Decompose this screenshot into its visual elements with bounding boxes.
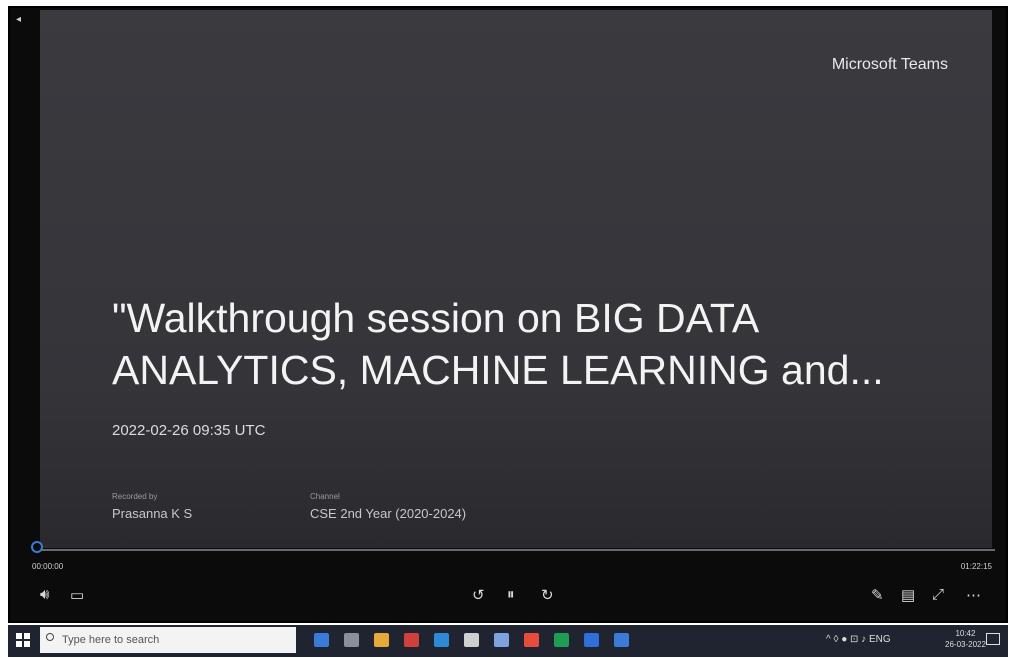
recorded-by-label: Recorded by (112, 492, 158, 501)
back-icon[interactable]: ◂ (16, 14, 21, 25)
video-frame: Microsoft Teams "Walkthrough session on … (40, 10, 992, 548)
channel-label: Channel (310, 492, 340, 501)
taskbar-app-icon[interactable] (464, 633, 479, 647)
taskbar-search-input[interactable]: Type here to search (40, 627, 296, 653)
taskbar-app-icon[interactable] (494, 633, 509, 647)
taskbar-app-icon[interactable] (314, 633, 329, 647)
taskbar-app-icon[interactable] (374, 633, 389, 647)
taskbar-app-icon[interactable] (554, 633, 569, 647)
video-player-window: ◂ – □ ✕ Microsoft Teams "Walkthrough ses… (8, 6, 1008, 623)
captions-icon[interactable]: ▭ (70, 586, 84, 604)
more-icon[interactable]: ⋯ (966, 586, 981, 604)
volume-icon[interactable]: 🔊︎ (40, 586, 49, 603)
windows-start-icon[interactable] (16, 633, 30, 647)
taskbar-app-icon[interactable] (524, 633, 539, 647)
taskbar-app-icon[interactable] (434, 633, 449, 647)
recording-date: 2022-02-26 09:35 UTC (112, 422, 266, 439)
progress-handle[interactable] (31, 541, 43, 553)
clock-time: 10:42 (955, 629, 976, 638)
notification-icon[interactable] (986, 633, 1000, 645)
clock-date: 26-03-2022 (945, 640, 986, 649)
taskbar-app-icon[interactable] (614, 633, 629, 647)
elapsed-time: 00:00:00 (32, 562, 64, 571)
search-icon (46, 633, 54, 641)
taskbar: Type here to search ^ ◊ ● ⊡ ♪ ENG 10:42 … (8, 625, 1008, 657)
video-title: "Walkthrough session on BIG DATA ANALYTI… (112, 295, 884, 393)
taskbar-clock[interactable]: 10:42 26-03-2022 (945, 628, 986, 650)
rewind-icon[interactable]: ↺ (472, 586, 485, 604)
pen-icon[interactable]: ✎ (871, 586, 884, 604)
total-time: 01:22:15 (960, 562, 992, 571)
forward-icon[interactable]: ↻ (541, 586, 554, 604)
fullscreen-icon[interactable]: ⤢ (932, 586, 944, 603)
system-tray[interactable]: ^ ◊ ● ⊡ ♪ ENG (826, 634, 891, 645)
channel-value: CSE 2nd Year (2020-2024) (310, 506, 467, 521)
settings-icon[interactable]: ▤ (901, 586, 915, 604)
taskbar-app-icon[interactable] (584, 633, 599, 647)
pause-icon[interactable]: ⏸︎ (507, 586, 515, 603)
progress-track[interactable] (37, 549, 995, 551)
taskbar-app-icon[interactable] (344, 633, 359, 647)
brand-label: Microsoft Teams (831, 56, 948, 73)
taskbar-app-icon[interactable] (404, 633, 419, 647)
recorded-by-value: Prasanna K S (112, 506, 193, 521)
